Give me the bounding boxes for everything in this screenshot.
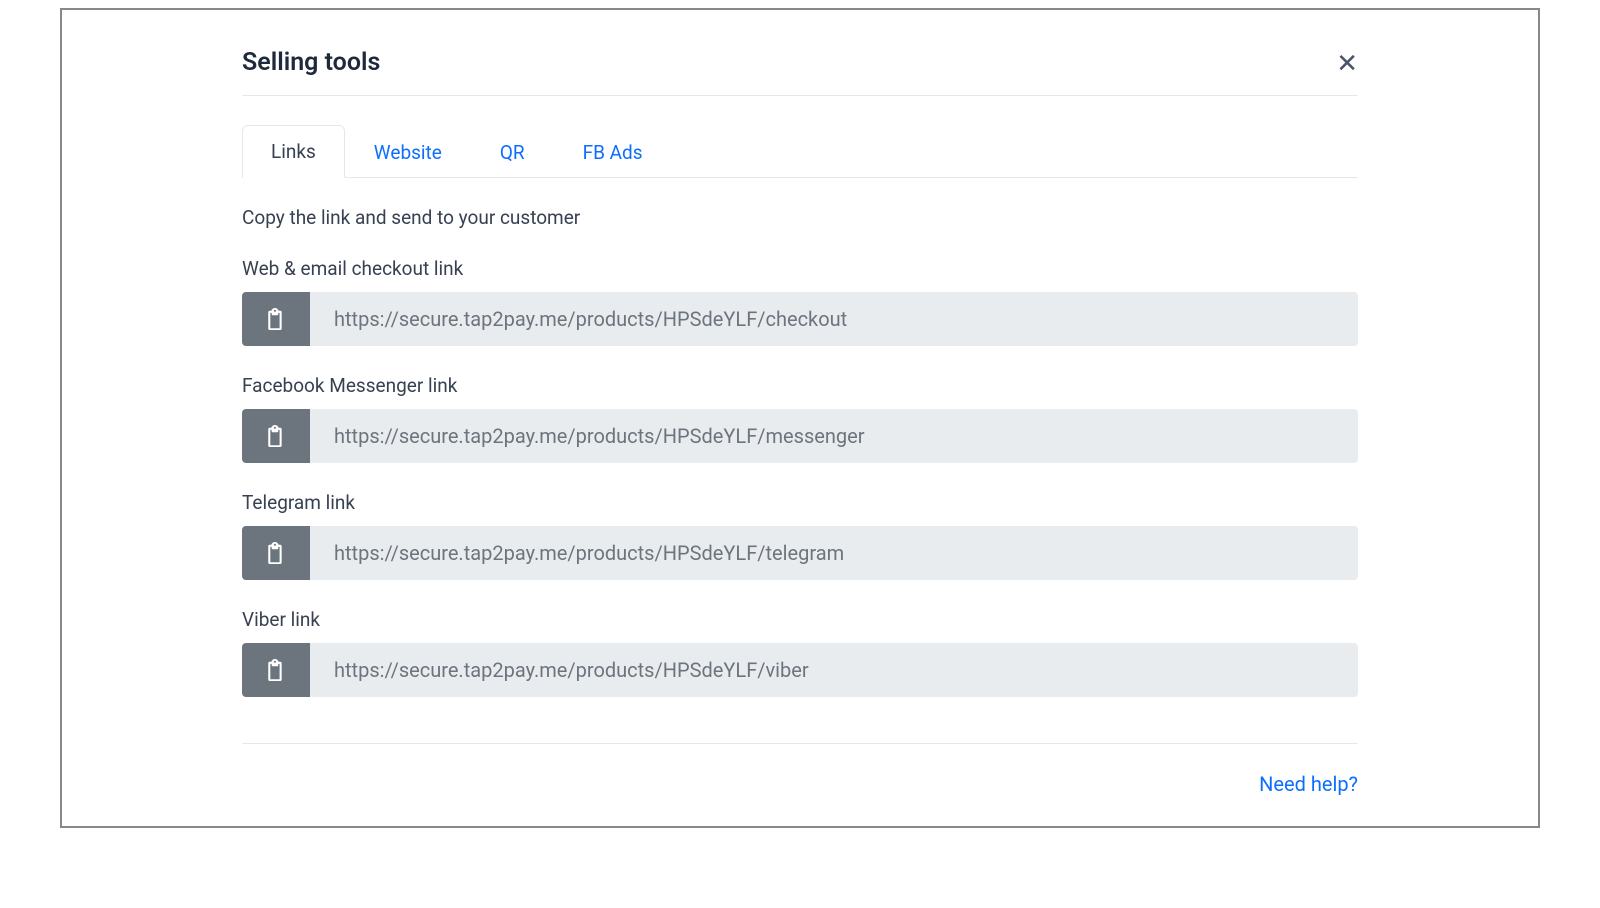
modal-title: Selling tools (242, 48, 380, 77)
link-row: https://secure.tap2pay.me/products/HPSde… (242, 292, 1358, 346)
link-label: Facebook Messenger link (242, 374, 1358, 397)
modal-frame: Selling tools ✕ Links Website QR FB Ads … (60, 8, 1540, 828)
copy-button[interactable] (242, 643, 310, 697)
link-row: https://secure.tap2pay.me/products/HPSde… (242, 526, 1358, 580)
copy-button[interactable] (242, 409, 310, 463)
need-help-link[interactable]: Need help? (1259, 772, 1358, 796)
link-group-messenger: Facebook Messenger link https://secure.t… (242, 374, 1358, 463)
link-url-field[interactable]: https://secure.tap2pay.me/products/HPSde… (310, 409, 1358, 463)
link-label: Viber link (242, 608, 1358, 631)
tab-links[interactable]: Links (242, 125, 345, 178)
close-button[interactable]: ✕ (1336, 50, 1358, 76)
clipboard-icon (267, 425, 286, 447)
tab-label: FB Ads (583, 141, 643, 164)
clipboard-icon (267, 659, 286, 681)
tab-label: QR (500, 141, 525, 164)
copy-button[interactable] (242, 292, 310, 346)
clipboard-icon (267, 542, 286, 564)
tab-qr[interactable]: QR (471, 126, 554, 178)
link-url-field[interactable]: https://secure.tap2pay.me/products/HPSde… (310, 292, 1358, 346)
link-group-viber: Viber link https://secure.tap2pay.me/pro… (242, 608, 1358, 697)
clipboard-icon (267, 308, 286, 330)
copy-button[interactable] (242, 526, 310, 580)
tab-website[interactable]: Website (345, 126, 471, 178)
link-row: https://secure.tap2pay.me/products/HPSde… (242, 643, 1358, 697)
intro-text: Copy the link and send to your customer (242, 206, 1358, 229)
link-group-checkout: Web & email checkout link https://secure… (242, 257, 1358, 346)
modal-header: Selling tools ✕ (242, 48, 1358, 96)
link-label: Web & email checkout link (242, 257, 1358, 280)
close-icon: ✕ (1336, 48, 1358, 78)
tabs-row: Links Website QR FB Ads (242, 124, 1358, 178)
link-url-field[interactable]: https://secure.tap2pay.me/products/HPSde… (310, 643, 1358, 697)
link-label: Telegram link (242, 491, 1358, 514)
modal-footer: Need help? (242, 743, 1358, 796)
tab-label: Links (271, 140, 316, 163)
tab-label: Website (374, 141, 442, 164)
link-url-field[interactable]: https://secure.tap2pay.me/products/HPSde… (310, 526, 1358, 580)
link-group-telegram: Telegram link https://secure.tap2pay.me/… (242, 491, 1358, 580)
link-row: https://secure.tap2pay.me/products/HPSde… (242, 409, 1358, 463)
modal-content: Selling tools ✕ Links Website QR FB Ads … (62, 10, 1538, 796)
tab-fb-ads[interactable]: FB Ads (554, 126, 672, 178)
